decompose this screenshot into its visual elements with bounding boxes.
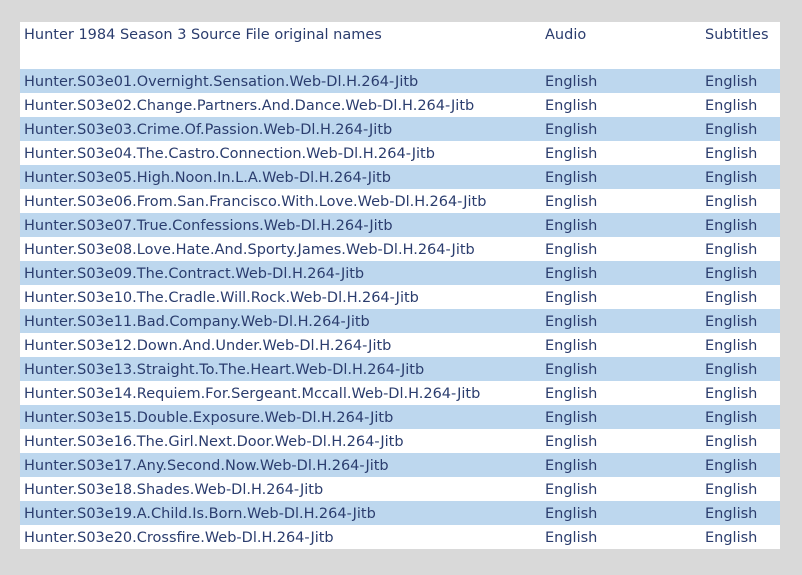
- audio-cell: English: [545, 98, 598, 114]
- table-row: Hunter.S03e08.Love.Hate.And.Sporty.James…: [20, 237, 780, 261]
- table-row: Hunter.S03e16.The.Girl.Next.Door.Web-Dl.…: [20, 429, 780, 453]
- file-name-cell: Hunter.S03e09.The.Contract.Web-Dl.H.264-…: [24, 266, 365, 282]
- subtitles-cell: English: [705, 434, 758, 450]
- subtitles-cell: English: [705, 386, 758, 402]
- file-name-cell: Hunter.S03e07.True.Confessions.Web-Dl.H.…: [24, 218, 393, 234]
- audio-cell: English: [545, 74, 598, 90]
- file-name-cell: Hunter.S03e02.Change.Partners.And.Dance.…: [24, 98, 475, 114]
- header-audio: Audio: [545, 27, 587, 43]
- table-row: Hunter.S03e15.Double.Exposure.Web-Dl.H.2…: [20, 405, 780, 429]
- file-name-cell: Hunter.S03e01.Overnight.Sensation.Web-Dl…: [24, 74, 419, 90]
- audio-cell: English: [545, 266, 598, 282]
- subtitles-cell: English: [705, 242, 758, 258]
- audio-cell: English: [545, 386, 598, 402]
- subtitles-cell: English: [705, 218, 758, 234]
- file-name-cell: Hunter.S03e05.High.Noon.In.L.A.Web-Dl.H.…: [24, 170, 391, 186]
- subtitles-cell: English: [705, 362, 758, 378]
- table-row: Hunter.S03e05.High.Noon.In.L.A.Web-Dl.H.…: [20, 165, 780, 189]
- audio-cell: English: [545, 194, 598, 210]
- table-row: Hunter.S03e01.Overnight.Sensation.Web-Dl…: [20, 69, 780, 93]
- subtitles-cell: English: [705, 290, 758, 306]
- subtitles-cell: English: [705, 266, 758, 282]
- audio-cell: English: [545, 146, 598, 162]
- subtitles-cell: English: [705, 122, 758, 138]
- spacer-row: [20, 46, 780, 69]
- file-name-cell: Hunter.S03e12.Down.And.Under.Web-Dl.H.26…: [24, 338, 392, 354]
- table-row: Hunter.S03e07.True.Confessions.Web-Dl.H.…: [20, 213, 780, 237]
- table-row: Hunter.S03e13.Straight.To.The.Heart.Web-…: [20, 357, 780, 381]
- audio-cell: English: [545, 314, 598, 330]
- subtitles-cell: English: [705, 314, 758, 330]
- header-name: Hunter 1984 Season 3 Source File origina…: [24, 27, 382, 43]
- audio-cell: English: [545, 362, 598, 378]
- table-row: Hunter.S03e14.Requiem.For.Sergeant.Mccal…: [20, 381, 780, 405]
- audio-cell: English: [545, 242, 598, 258]
- table-row: Hunter.S03e04.The.Castro.Connection.Web-…: [20, 141, 780, 165]
- table-row: Hunter.S03e12.Down.And.Under.Web-Dl.H.26…: [20, 333, 780, 357]
- table-row: Hunter.S03e06.From.San.Francisco.With.Lo…: [20, 189, 780, 213]
- subtitles-cell: English: [705, 530, 758, 546]
- audio-cell: English: [545, 290, 598, 306]
- file-name-cell: Hunter.S03e11.Bad.Company.Web-Dl.H.264-J…: [24, 314, 370, 330]
- file-name-cell: Hunter.S03e03.Crime.Of.Passion.Web-Dl.H.…: [24, 122, 393, 138]
- audio-cell: English: [545, 122, 598, 138]
- audio-cell: English: [545, 170, 598, 186]
- subtitles-cell: English: [705, 458, 758, 474]
- table-row: Hunter.S03e09.The.Contract.Web-Dl.H.264-…: [20, 261, 780, 285]
- audio-cell: English: [545, 458, 598, 474]
- subtitles-cell: English: [705, 410, 758, 426]
- subtitles-cell: English: [705, 146, 758, 162]
- table-row: Hunter.S03e18.Shades.Web-Dl.H.264-Jitb E…: [20, 477, 780, 501]
- table-row: Hunter.S03e02.Change.Partners.And.Dance.…: [20, 93, 780, 117]
- subtitles-cell: English: [705, 338, 758, 354]
- file-name-cell: Hunter.S03e04.The.Castro.Connection.Web-…: [24, 146, 435, 162]
- file-table: Hunter 1984 Season 3 Source File origina…: [20, 22, 780, 549]
- table-row: Hunter.S03e19.A.Child.Is.Born.Web-Dl.H.2…: [20, 501, 780, 525]
- file-name-cell: Hunter.S03e19.A.Child.Is.Born.Web-Dl.H.2…: [24, 506, 376, 522]
- file-name-cell: Hunter.S03e08.Love.Hate.And.Sporty.James…: [24, 242, 475, 258]
- subtitles-cell: English: [705, 74, 758, 90]
- header-subtitles: Subtitles: [705, 27, 769, 43]
- audio-cell: English: [545, 482, 598, 498]
- subtitles-cell: English: [705, 506, 758, 522]
- audio-cell: English: [545, 530, 598, 546]
- table-header-row: Hunter 1984 Season 3 Source File origina…: [20, 22, 780, 46]
- table-row: Hunter.S03e20.Crossfire.Web-Dl.H.264-Jit…: [20, 525, 780, 549]
- audio-cell: English: [545, 506, 598, 522]
- audio-cell: English: [545, 434, 598, 450]
- subtitles-cell: English: [705, 194, 758, 210]
- subtitles-cell: English: [705, 482, 758, 498]
- subtitles-cell: English: [705, 170, 758, 186]
- file-name-cell: Hunter.S03e18.Shades.Web-Dl.H.264-Jitb: [24, 482, 324, 498]
- file-name-cell: Hunter.S03e10.The.Cradle.Will.Rock.Web-D…: [24, 290, 419, 306]
- file-name-cell: Hunter.S03e15.Double.Exposure.Web-Dl.H.2…: [24, 410, 394, 426]
- file-name-cell: Hunter.S03e14.Requiem.For.Sergeant.Mccal…: [24, 386, 481, 402]
- audio-cell: English: [545, 410, 598, 426]
- table-row: Hunter.S03e10.The.Cradle.Will.Rock.Web-D…: [20, 285, 780, 309]
- table-row: Hunter.S03e11.Bad.Company.Web-Dl.H.264-J…: [20, 309, 780, 333]
- file-name-cell: Hunter.S03e17.Any.Second.Now.Web-Dl.H.26…: [24, 458, 389, 474]
- audio-cell: English: [545, 338, 598, 354]
- table-row: Hunter.S03e03.Crime.Of.Passion.Web-Dl.H.…: [20, 117, 780, 141]
- file-name-cell: Hunter.S03e20.Crossfire.Web-Dl.H.264-Jit…: [24, 530, 334, 546]
- table-row: Hunter.S03e17.Any.Second.Now.Web-Dl.H.26…: [20, 453, 780, 477]
- audio-cell: English: [545, 218, 598, 234]
- subtitles-cell: English: [705, 98, 758, 114]
- file-name-cell: Hunter.S03e16.The.Girl.Next.Door.Web-Dl.…: [24, 434, 404, 450]
- file-name-cell: Hunter.S03e06.From.San.Francisco.With.Lo…: [24, 194, 487, 210]
- file-name-cell: Hunter.S03e13.Straight.To.The.Heart.Web-…: [24, 362, 425, 378]
